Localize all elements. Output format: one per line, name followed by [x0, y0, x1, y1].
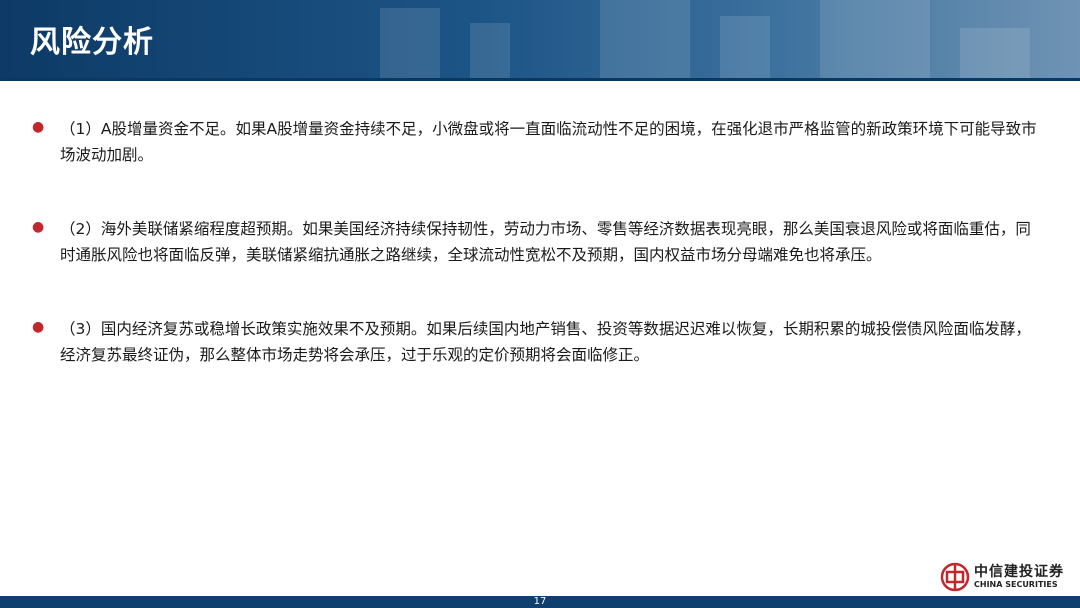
risk-list: ● （1）A股增量资金不足。如果A股增量资金持续不足，小微盘或将一直面临流动性不… — [30, 116, 1040, 416]
bullet-dot-icon: ● — [32, 319, 45, 335]
list-item-text: （3）国内经济复苏或稳增长政策实施效果不及预期。如果后续国内地产销售、投资等数据… — [60, 320, 1031, 364]
page-title: 风险分析 — [30, 25, 154, 60]
banner-building-decoration — [600, 0, 690, 78]
banner-building-decoration — [960, 28, 1030, 78]
logo-english-name: CHINA SECURITIES — [974, 580, 1058, 589]
header-banner: 风险分析 — [0, 0, 1080, 78]
header-divider — [0, 78, 1080, 81]
logo-chinese-name: 中信建投证券 — [974, 564, 1064, 580]
banner-building-decoration — [720, 16, 770, 78]
bullet-dot-icon: ● — [32, 219, 45, 235]
list-item-text: （1）A股增量资金不足。如果A股增量资金持续不足，小微盘或将一直面临流动性不足的… — [60, 120, 1037, 164]
company-logo: 中信建投证券 CHINA SECURITIES — [940, 562, 1064, 592]
list-item-text: （2）海外美联储紧缩程度超预期。如果美国经济持续保持韧性，劳动力市场、零售等经济… — [60, 220, 1031, 264]
banner-building-decoration — [820, 0, 930, 78]
citic-logo-icon — [940, 562, 970, 592]
banner-building-decoration — [470, 23, 510, 78]
banner-building-decoration — [380, 8, 440, 78]
page-number: 17 — [533, 596, 547, 607]
bullet-dot-icon: ● — [32, 119, 45, 135]
list-item: ● （1）A股增量资金不足。如果A股增量资金持续不足，小微盘或将一直面临流动性不… — [30, 116, 1040, 168]
list-item: ● （3）国内经济复苏或稳增长政策实施效果不及预期。如果后续国内地产销售、投资等… — [30, 316, 1040, 368]
list-item: ● （2）海外美联储紧缩程度超预期。如果美国经济持续保持韧性，劳动力市场、零售等… — [30, 216, 1040, 268]
